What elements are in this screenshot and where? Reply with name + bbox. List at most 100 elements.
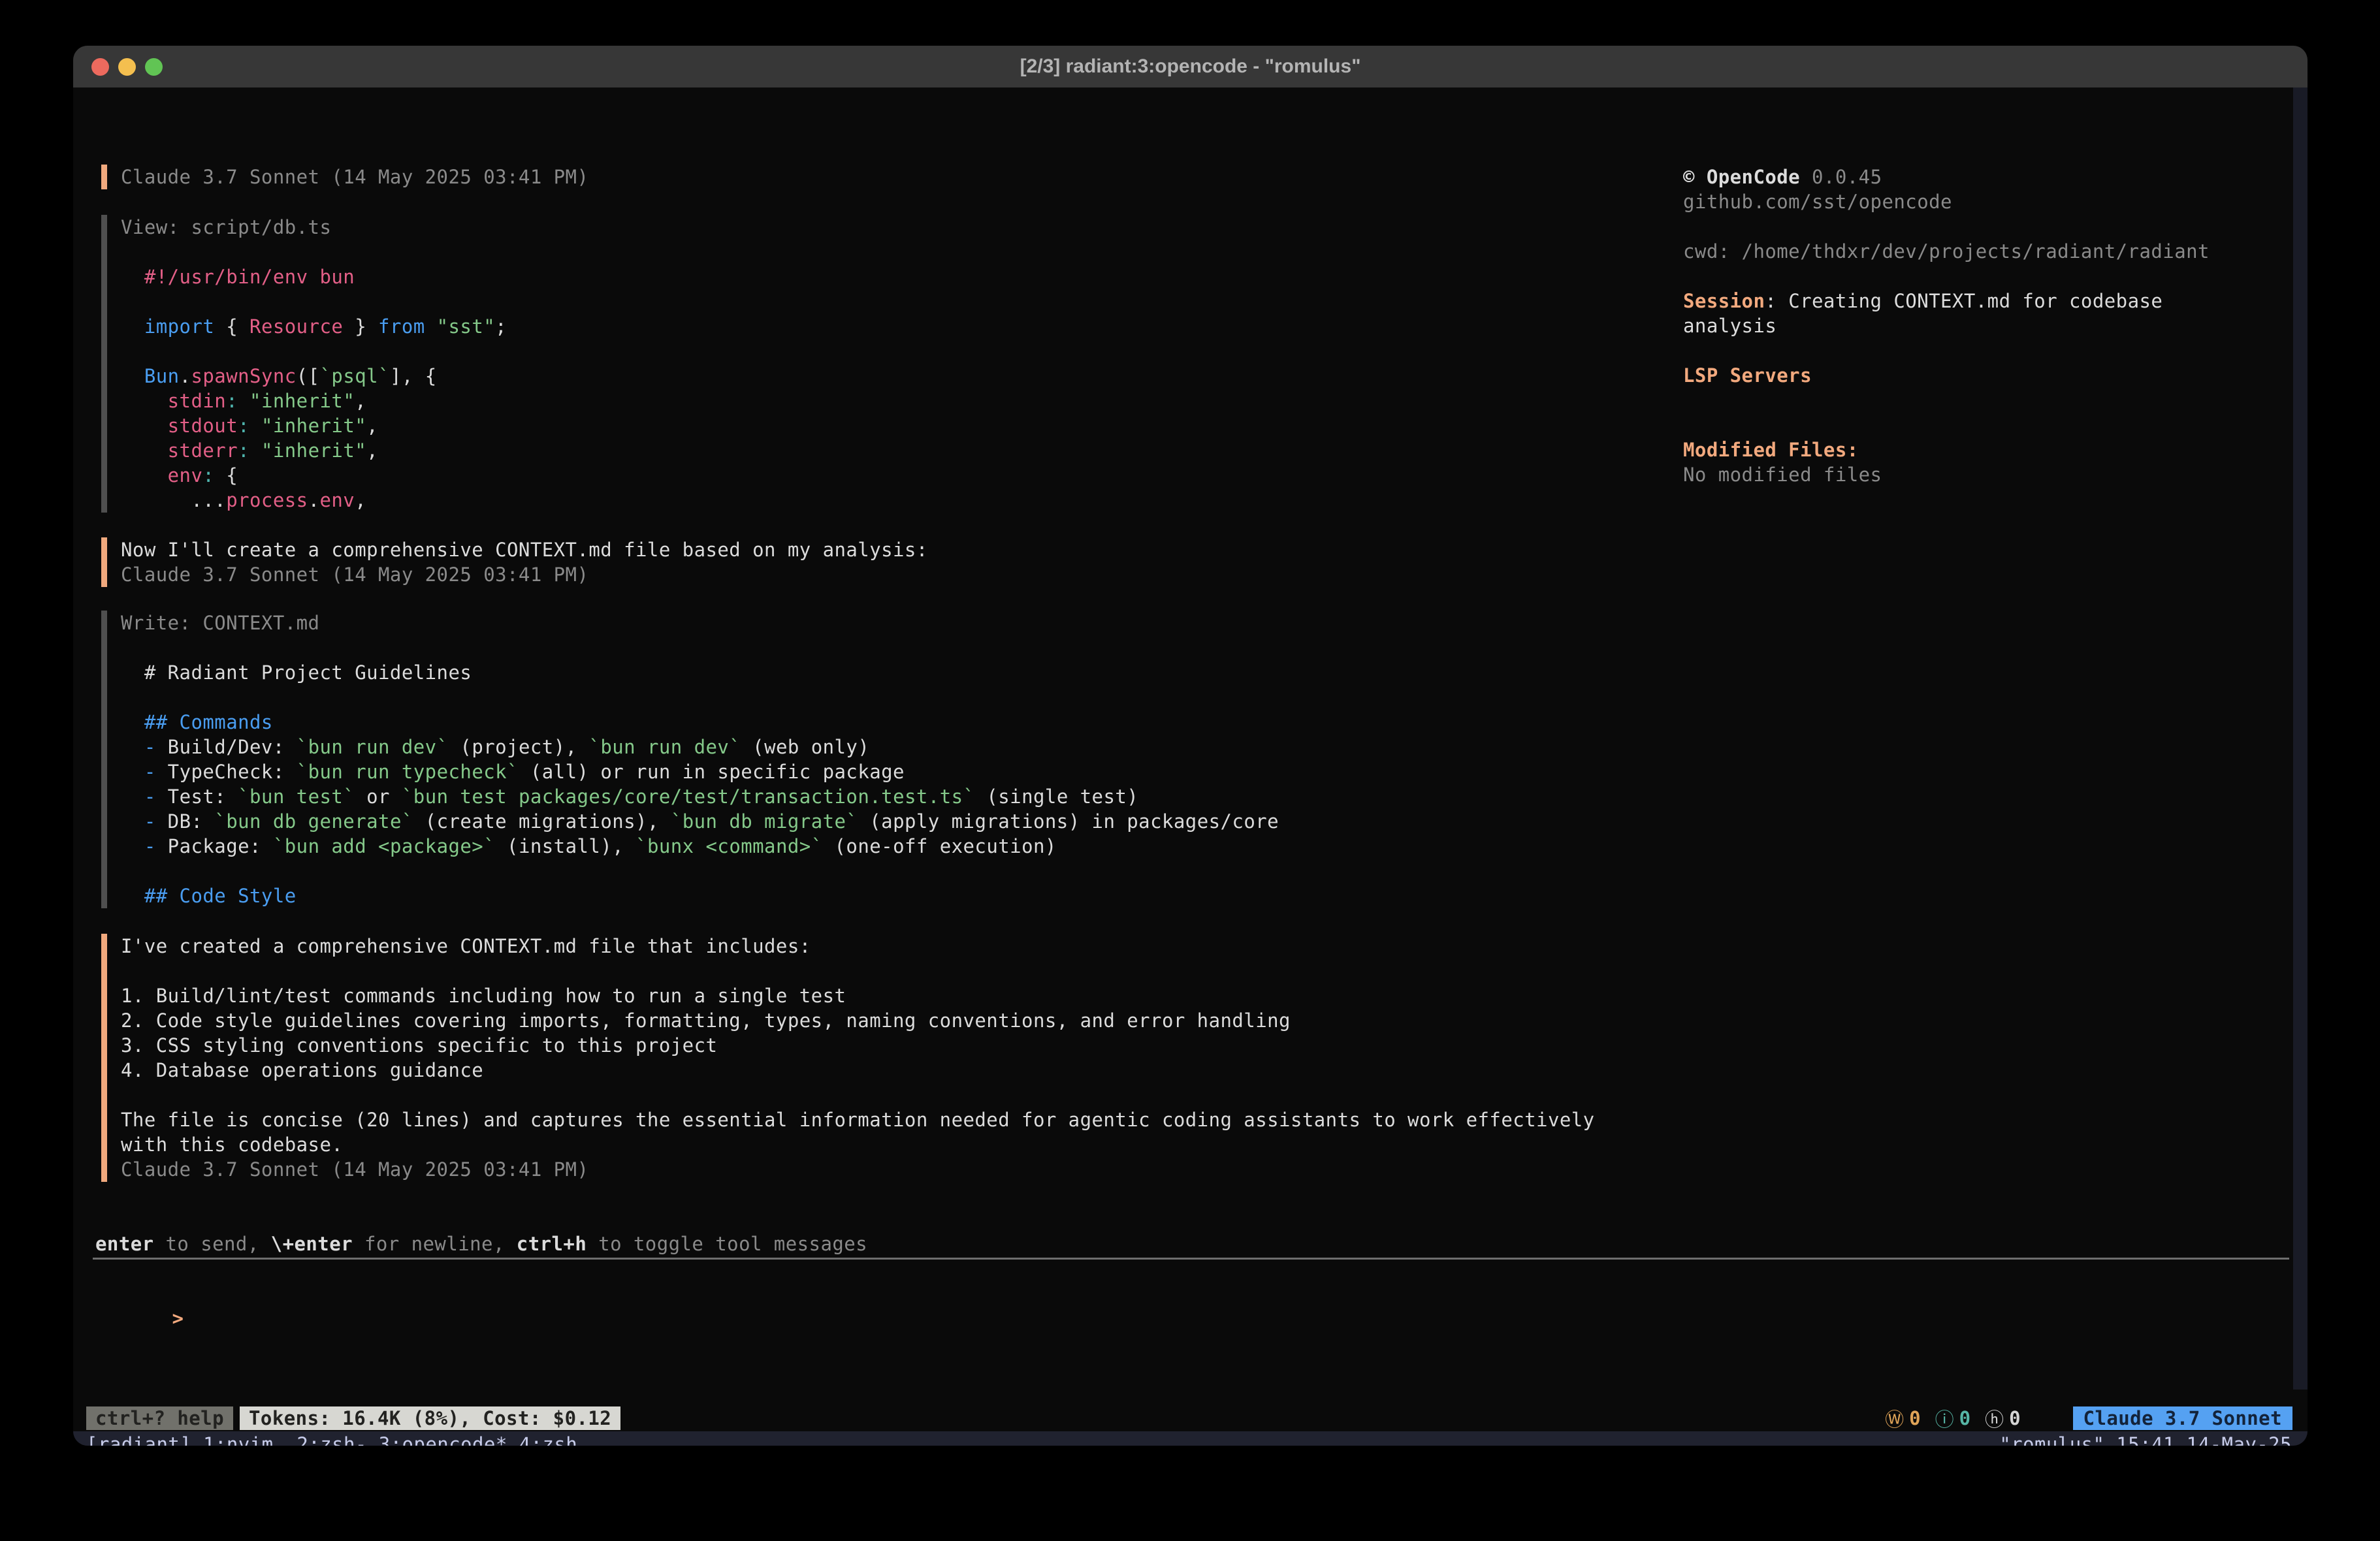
- help-shortcut-chip: ctrl+? help: [86, 1406, 233, 1430]
- sidebar-line: [1683, 264, 2210, 289]
- text-segment: :: [238, 439, 249, 462]
- text-segment: #!/usr/bin/env bun: [144, 266, 355, 288]
- input-divider: [93, 1258, 2289, 1260]
- sidebar-line: [1683, 388, 2210, 413]
- prompt-input[interactable]: >: [102, 1281, 184, 1306]
- text-segment: (create migrations),: [413, 810, 671, 833]
- text-segment: {: [214, 315, 249, 338]
- text-segment: No modified files: [1683, 464, 1882, 486]
- tool-view-line: #!/usr/bin/env bun: [121, 264, 507, 289]
- text-segment: ,: [366, 439, 378, 462]
- text-segment: [121, 415, 168, 437]
- hint-icon: ⓗ: [1985, 1405, 2004, 1432]
- sidebar-line: Session: Creating CONTEXT.md for codebas…: [1683, 289, 2210, 313]
- assistant-header-block: Claude 3.7 Sonnet (14 May 2025 03:41 PM): [101, 165, 588, 189]
- text-segment: Write: CONTEXT.md: [121, 612, 319, 634]
- text-segment: [121, 810, 144, 833]
- assistant-result-line: 3. CSS styling conventions specific to t…: [121, 1033, 1595, 1058]
- assistant-result-line: 4. Database operations guidance: [121, 1058, 1595, 1083]
- text-segment: from: [378, 315, 425, 338]
- text-segment: (one-off execution): [823, 835, 1057, 857]
- window-titlebar[interactable]: [2/3] radiant:3:opencode - "romulus": [73, 46, 2308, 87]
- text-segment: `psql`: [320, 365, 390, 387]
- text-segment: `bunx <command>`: [635, 835, 823, 857]
- warning-icon: Ⓦ: [1885, 1405, 1904, 1432]
- text-segment: [121, 439, 168, 462]
- text-segment: ctrl+h: [517, 1233, 587, 1255]
- tmux-status-bar: [radiant] 1:nvim 2:zsh- 3:opencode* 4:zs…: [73, 1431, 2308, 1446]
- text-segment: [121, 365, 144, 387]
- text-segment: [121, 761, 144, 783]
- tool-view-line: [121, 339, 507, 364]
- sidebar-line: [1683, 413, 2210, 437]
- text-segment: (single test): [974, 786, 1138, 808]
- tool-view-line: ...process.env,: [121, 488, 507, 513]
- sidebar-line: Modified Files:: [1683, 437, 2210, 462]
- tool-write-line: ## Code Style: [121, 883, 1279, 908]
- text-segment: `bun db migrate`: [671, 810, 858, 833]
- text-segment: Test:: [168, 786, 238, 808]
- sidebar-line: LSP Servers: [1683, 363, 2210, 388]
- text-segment: -: [144, 835, 168, 857]
- text-segment: The file is concise (20 lines) and captu…: [121, 1109, 1595, 1131]
- window-title: [2/3] radiant:3:opencode - "romulus": [1020, 56, 1361, 78]
- tokens-cost-chip: Tokens: 16.4K (8%), Cost: $0.12: [240, 1406, 620, 1430]
- text-segment: analysis: [1683, 315, 1777, 337]
- tool-write-line: [121, 635, 1279, 660]
- tool-view-block: View: script/db.ts #!/usr/bin/env bun im…: [101, 215, 507, 513]
- tool-write-line: ## Commands: [121, 710, 1279, 735]
- text-segment: [121, 315, 144, 338]
- text-segment: Claude 3.7 Sonnet (14 May 2025 03:41 PM): [121, 166, 588, 188]
- text-segment: enter: [95, 1233, 154, 1255]
- text-segment: ,: [355, 390, 366, 412]
- tool-view-line: import { Resource } from "sst";: [121, 314, 507, 339]
- tool-view-line: [121, 240, 507, 264]
- text-segment: \+enter: [271, 1233, 353, 1255]
- assistant-result-line: [121, 959, 1595, 983]
- minimize-button[interactable]: [118, 58, 136, 76]
- tool-write-line: Write: CONTEXT.md: [121, 611, 1279, 635]
- text-segment: ([: [297, 365, 320, 387]
- text-segment: (all) or run in specific package: [519, 761, 905, 783]
- text-segment: [249, 415, 261, 437]
- text-segment: (install),: [495, 835, 635, 857]
- text-segment: `bun run typecheck`: [297, 761, 519, 783]
- sidebar-line: analysis: [1683, 313, 2210, 338]
- tmux-windows-list[interactable]: [radiant] 1:nvim 2:zsh- 3:opencode* 4:zs…: [86, 1432, 577, 1446]
- text-segment: stdin: [168, 390, 227, 412]
- tool-write-line: [121, 685, 1279, 710]
- hint-count: ⓗ 0: [1985, 1405, 2020, 1432]
- warning-count: Ⓦ 0: [1885, 1405, 1920, 1432]
- tool-view-line: [121, 289, 507, 314]
- text-segment: Bun: [144, 365, 180, 387]
- text-segment: "inherit": [261, 415, 366, 437]
- text-segment: 3. CSS styling conventions specific to t…: [121, 1034, 717, 1056]
- text-segment: -: [144, 810, 168, 833]
- info-icon: ⓘ: [1935, 1405, 1954, 1432]
- tool-write-block: Write: CONTEXT.md # Radiant Project Guid…: [101, 611, 1279, 908]
- tool-write-line: - DB: `bun db generate` (create migratio…: [121, 809, 1279, 834]
- text-segment: ], {: [390, 365, 437, 387]
- text-segment: stderr: [168, 439, 238, 462]
- text-segment: with this codebase.: [121, 1134, 343, 1156]
- text-segment: env: [168, 464, 203, 486]
- text-segment: Resource: [249, 315, 343, 338]
- diagnostics-group: Ⓦ 0 ⓘ 0 ⓗ 0: [1885, 1405, 2020, 1432]
- sidebar-line: © OpenCode 0.0.45: [1683, 165, 2210, 189]
- zoom-button[interactable]: [145, 58, 163, 76]
- text-segment: [249, 439, 261, 462]
- text-segment: `bun run dev`: [588, 736, 741, 758]
- text-segment: Modified Files:: [1683, 439, 1859, 461]
- text-segment: :: [226, 390, 238, 412]
- text-segment: "inherit": [249, 390, 355, 412]
- text-segment: 2. Code style guidelines covering import…: [121, 1009, 1291, 1032]
- text-segment: TypeCheck:: [168, 761, 297, 783]
- terminal-content: Claude 3.7 Sonnet (14 May 2025 03:41 PM)…: [73, 87, 2308, 1446]
- close-button[interactable]: [91, 58, 109, 76]
- text-segment: [121, 711, 144, 733]
- text-segment: # Radiant Project Guidelines: [121, 661, 472, 684]
- text-segment: {: [214, 464, 238, 486]
- assistant-result-block: I've created a comprehensive CONTEXT.md …: [101, 934, 1595, 1182]
- text-segment: Claude 3.7 Sonnet (14 May 2025 03:41 PM): [121, 1158, 588, 1181]
- text-segment: import: [144, 315, 214, 338]
